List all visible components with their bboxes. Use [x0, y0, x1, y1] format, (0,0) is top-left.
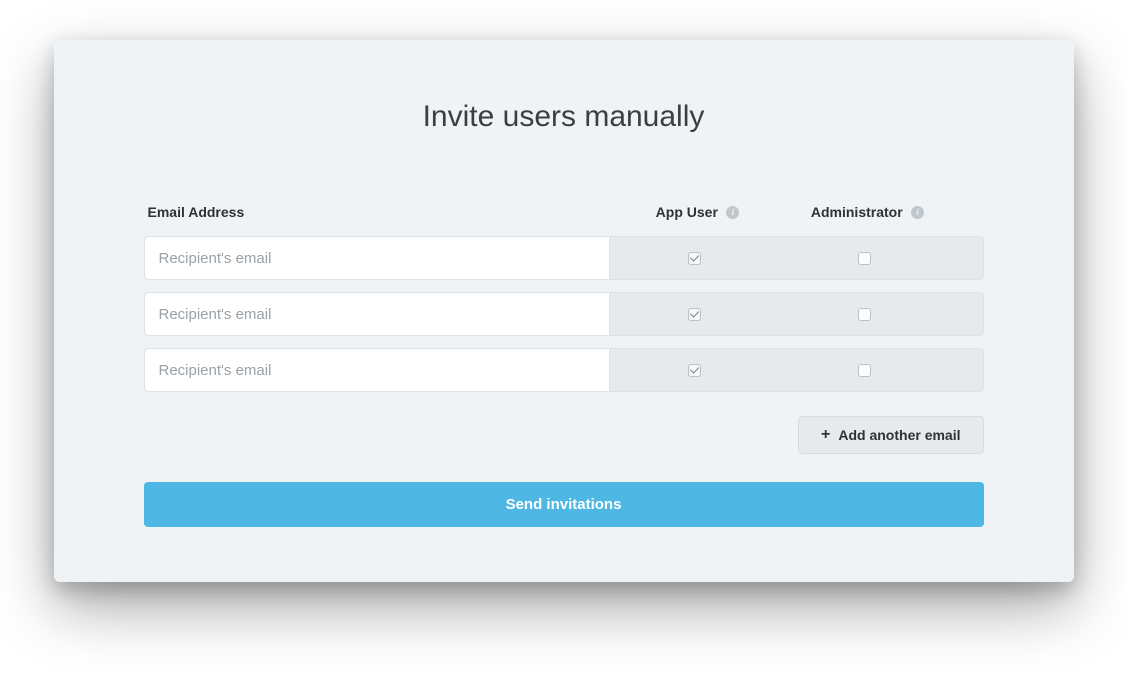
info-icon[interactable]: i	[726, 206, 739, 219]
administrator-checkbox[interactable]	[858, 308, 871, 321]
email-input[interactable]	[145, 293, 610, 335]
app-user-checkbox[interactable]	[688, 308, 701, 321]
actions-bar: + Add another email	[144, 416, 984, 454]
invite-row	[144, 348, 984, 392]
table-headers: Email Address App User i Administrator i	[144, 204, 984, 222]
header-email: Email Address	[148, 204, 245, 220]
send-invitations-button[interactable]: Send invitations	[144, 482, 984, 527]
header-app-user: App User	[656, 204, 718, 220]
email-input[interactable]	[145, 349, 610, 391]
email-input[interactable]	[145, 237, 610, 279]
page-title: Invite users manually	[144, 100, 984, 134]
plus-icon: +	[821, 427, 830, 443]
invite-card: Invite users manually Email Address App …	[54, 40, 1074, 582]
invite-row	[144, 236, 984, 280]
info-icon[interactable]: i	[911, 206, 924, 219]
add-another-email-button[interactable]: + Add another email	[798, 416, 983, 454]
app-user-checkbox[interactable]	[688, 252, 701, 265]
app-user-checkbox[interactable]	[688, 364, 701, 377]
administrator-checkbox[interactable]	[858, 252, 871, 265]
add-button-label: Add another email	[838, 427, 960, 443]
invite-row	[144, 292, 984, 336]
header-administrator: Administrator	[811, 204, 903, 220]
administrator-checkbox[interactable]	[858, 364, 871, 377]
